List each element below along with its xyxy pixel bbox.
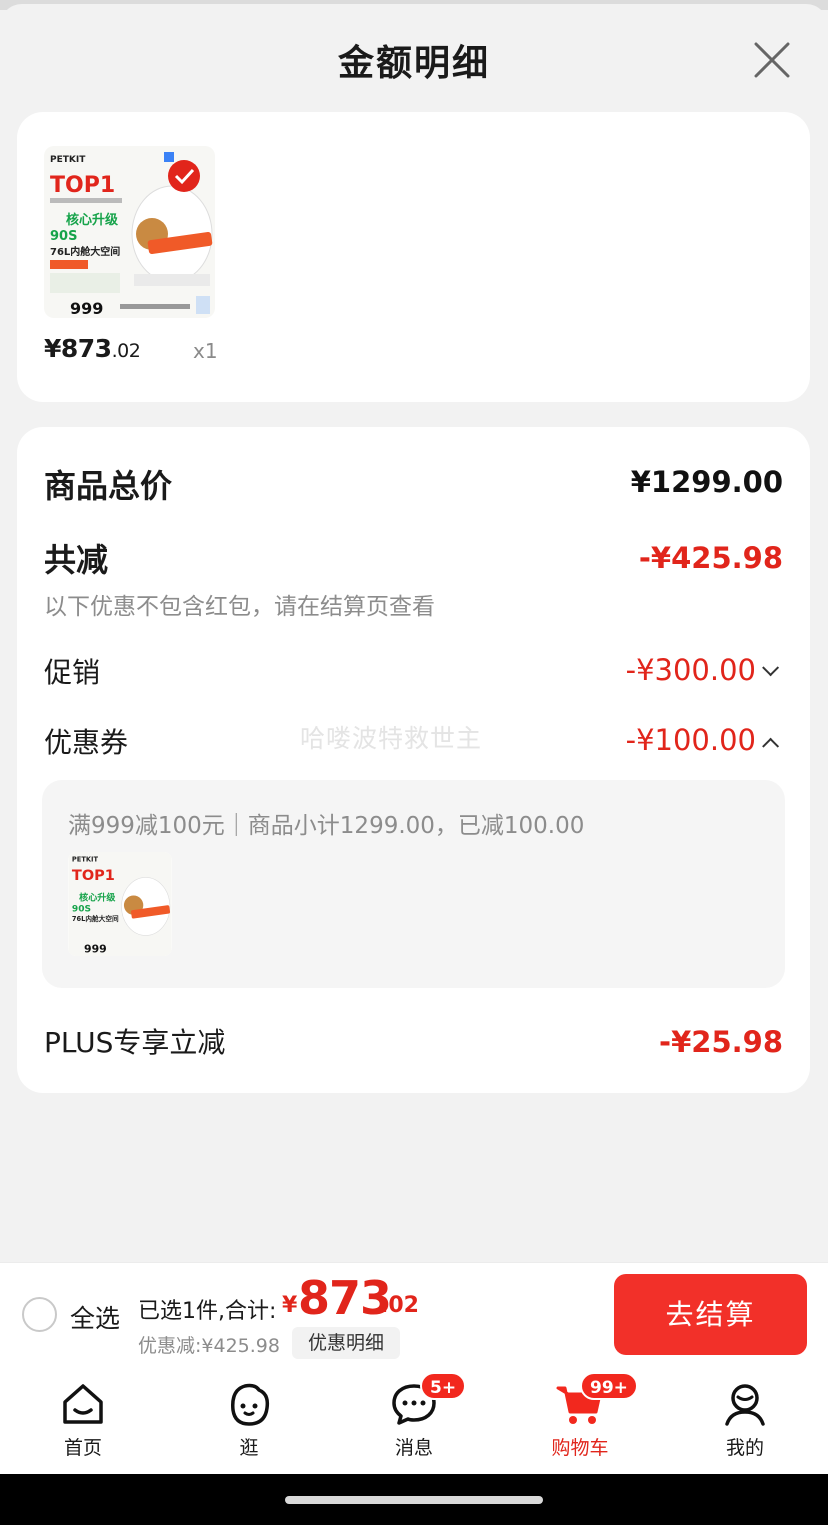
bottom-tab-bar: 首页 逛 5+ 消息 99+ 购物车 我的: [0, 1368, 828, 1474]
promo-row-toggle[interactable]: -¥300.00: [625, 653, 780, 687]
svg-text:90S: 90S: [72, 904, 91, 914]
total-reduce-value: -¥425.98: [638, 541, 783, 575]
svg-text:TOP1: TOP1: [50, 173, 115, 198]
promo-label: 促销: [44, 656, 101, 689]
coupon-value: -¥100.00: [625, 723, 756, 757]
chevron-down-icon: [762, 659, 780, 677]
amount-detail-sheet: 金额明细 PETKIT TOP1 核心升级 90S 76L内舱大空间 999 ¥…: [0, 4, 828, 1264]
face-icon: [231, 1383, 270, 1426]
close-icon[interactable]: [752, 40, 792, 80]
tab-cart-label: 购物车: [551, 1437, 609, 1459]
svg-text:76L内舱大空间: 76L内舱大空间: [72, 914, 119, 923]
selected-count-text: 已选1件,合计:: [138, 1299, 277, 1324]
tab-mine[interactable]: 我的: [685, 1368, 805, 1474]
coupon-product-thumbnail: PETKIT TOP1 核心升级 90S 76L内舱大空间 999: [68, 852, 172, 956]
system-nav-bar: [0, 1474, 828, 1525]
sheet-title: 金额明细: [337, 43, 490, 84]
tab-messages-label: 消息: [394, 1437, 433, 1459]
coupon-detail-text: 满999减100元｜商品小计1299.00，已减100.00: [68, 813, 585, 839]
svg-text:核心升级: 核心升级: [66, 212, 119, 228]
coupon-row-toggle[interactable]: -¥100.00: [625, 723, 780, 757]
tab-cart[interactable]: 99+ 购物车: [520, 1368, 640, 1474]
product-price: ¥873.02: [44, 334, 141, 363]
total-amount-decimal: .02: [380, 1293, 419, 1318]
tab-home[interactable]: 首页: [23, 1368, 143, 1474]
user-icon: [725, 1384, 765, 1426]
watermark-text: 哈喽波特救世主: [300, 724, 483, 753]
checkout-bar: 全选 已选1件,合计: ¥ 873 .02 优惠减:¥425.98 优惠明细 去…: [0, 1262, 828, 1368]
promo-value: -¥300.00: [625, 653, 756, 687]
svg-text:76L内舱大空间: 76L内舱大空间: [50, 245, 120, 258]
tab-browse-label: 逛: [239, 1437, 259, 1459]
svg-text:PETKIT: PETKIT: [50, 155, 86, 165]
svg-text:999: 999: [70, 299, 103, 318]
select-all-label[interactable]: 全选: [70, 1299, 120, 1335]
total-amount-integer: 873: [298, 1271, 392, 1325]
total-price-label: 商品总价: [44, 467, 173, 505]
product-card: PETKIT TOP1 核心升级 90S 76L内舱大空间 999 ¥873.0…: [17, 112, 810, 402]
chevron-up-icon: [762, 737, 780, 755]
plus-label: PLUS专享立减: [44, 1026, 226, 1059]
svg-text:90S: 90S: [50, 229, 77, 244]
coupon-detail-box: 满999减100元｜商品小计1299.00，已减100.00 PETKIT TO…: [42, 780, 785, 988]
price-summary-card: 商品总价 ¥1299.00 共减 -¥425.98 以下优惠不包含红包，请在结算…: [17, 427, 810, 1093]
coupon-label: 优惠券: [44, 726, 129, 759]
messages-badge: 5+: [420, 1372, 467, 1400]
total-price-value: ¥1299.00: [630, 465, 783, 499]
svg-text:核心升级: 核心升级: [79, 891, 116, 903]
total-currency: ¥: [282, 1293, 298, 1318]
svg-text:PETKIT: PETKIT: [72, 856, 99, 864]
svg-text:999: 999: [84, 942, 107, 955]
plus-value: -¥25.98: [659, 1025, 783, 1059]
product-image[interactable]: PETKIT TOP1 核心升级 90S 76L内舱大空间 999: [44, 146, 215, 318]
discount-text: 优惠减:¥425.98: [138, 1335, 280, 1357]
cart-badge: 99+: [580, 1372, 638, 1400]
product-quantity: x1: [193, 339, 218, 363]
discount-detail-button[interactable]: 优惠明细: [292, 1327, 400, 1359]
home-indicator[interactable]: [285, 1496, 543, 1504]
tab-browse[interactable]: 逛: [189, 1368, 309, 1474]
tab-mine-label: 我的: [725, 1437, 764, 1459]
select-all-checkbox[interactable]: [22, 1297, 57, 1332]
tab-home-label: 首页: [63, 1437, 102, 1459]
tab-messages[interactable]: 5+ 消息: [354, 1368, 474, 1474]
svg-text:TOP1: TOP1: [72, 868, 115, 884]
reduce-note: 以下优惠不包含红包，请在结算页查看: [44, 594, 435, 620]
home-icon: [63, 1384, 103, 1424]
total-reduce-label: 共减: [44, 541, 109, 579]
checkout-button[interactable]: 去结算: [614, 1274, 807, 1355]
